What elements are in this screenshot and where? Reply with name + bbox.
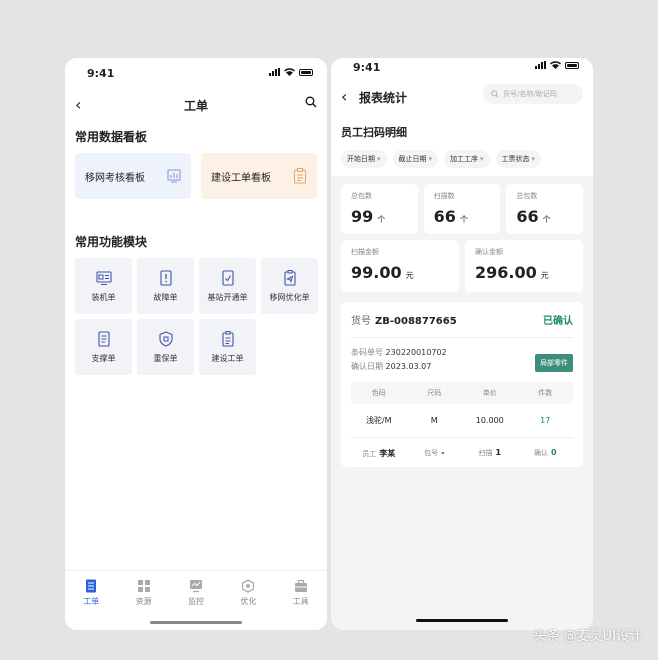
caret-down-icon: ▾: [377, 155, 381, 163]
amount-row: 扫描金额 99.00 元 确认金额 296.00 元: [331, 240, 593, 292]
wifi-icon: [550, 61, 561, 69]
page-title: 报表统计: [359, 91, 408, 105]
section-title: 员工扫码明细: [341, 126, 407, 139]
status-badge: 已确认: [543, 316, 573, 327]
home-indicator: [150, 621, 242, 624]
board-construction-order[interactable]: 建设工单看板: [201, 153, 317, 199]
stat-total-packs-2: 总包数 66 个: [506, 184, 584, 234]
status-bar: 9:41: [331, 58, 593, 82]
caret-down-icon: ▾: [480, 155, 484, 163]
wifi-icon: [284, 68, 295, 76]
filter-ticket-status[interactable]: 工票状态 ▾: [495, 150, 542, 168]
battery-icon: [565, 61, 579, 69]
search-input[interactable]: 货号/名称/助记码: [483, 84, 583, 104]
table-header: 色码 尺码 单价 件数: [351, 382, 573, 404]
dashboard-list: 移网考核看板 建设工单看板: [65, 153, 327, 199]
board-mobile-assessment[interactable]: 移网考核看板: [75, 153, 191, 199]
signal-icon: [269, 68, 280, 76]
tab-label: 优化: [240, 597, 257, 606]
module-label: 建设工单: [211, 353, 244, 363]
tab-optimize[interactable]: 优化: [228, 579, 268, 607]
search-icon: [491, 90, 499, 98]
board-label: 建设工单看板: [211, 172, 271, 184]
part-tag: 局部零件: [535, 354, 573, 372]
tab-monitor[interactable]: 监控: [176, 579, 216, 607]
filter-bar: 开始日期 ▾ 截止日期 ▾ 加工工序 ▾ 工票状态 ▾: [331, 150, 593, 168]
nav-bar: ‹ 工单: [65, 90, 327, 120]
tab-bar: 工单 资源 监控 优化 工具: [65, 570, 327, 630]
battery-icon: [299, 68, 313, 76]
status-bar: 9:41: [65, 58, 327, 90]
module-grid: 装机单 故障单 基站开通单 移网优化单 支撑单 重保单 建设工单: [65, 258, 327, 375]
stat-scan-amount: 扫描金额 99.00 元: [341, 240, 459, 292]
filter-process[interactable]: 加工工序 ▾: [444, 150, 490, 168]
tab-tools[interactable]: 工具: [281, 579, 321, 607]
caret-down-icon: ▾: [428, 155, 433, 163]
send-doc-icon: [283, 269, 296, 286]
alert-icon: [159, 269, 172, 286]
module-network-optimize[interactable]: 移网优化单: [261, 258, 318, 314]
back-icon[interactable]: ‹: [341, 87, 347, 106]
home-indicator: [416, 619, 508, 622]
status-time: 9:41: [353, 61, 381, 74]
status-time: 9:41: [87, 67, 115, 80]
document-icon: [97, 330, 110, 347]
module-key-protection[interactable]: 重保单: [137, 319, 194, 375]
caret-down-icon: ▾: [531, 155, 536, 163]
card-footer: 员工 李某 包号 - 扫描 1 确认 0: [362, 448, 557, 458]
tab-label: 工单: [83, 597, 100, 606]
module-label: 重保单: [153, 353, 178, 363]
clipboard-icon: [221, 330, 234, 347]
module-base-station[interactable]: 基站开通单: [199, 258, 256, 314]
tab-label: 工具: [292, 597, 309, 606]
section-title-dashboards: 常用数据看板: [75, 130, 148, 144]
report-statistics-screen: 9:41 ‹ 报表统计 货号/名称/助记码 员工扫码明细 开始日期 ▾ 截止日期 ▾…: [331, 58, 593, 630]
nav-bar: ‹ 报表统计 货号/名称/助记码: [331, 82, 593, 112]
search-placeholder: 货号/名称/助记码: [503, 90, 557, 98]
signal-icon: [535, 61, 546, 69]
work-order-screen: 9:41 ‹ 工单 常用数据看板 移网考核看板 建设工单看板 常用功能模块 装机…: [65, 58, 327, 630]
module-fault[interactable]: 故障单: [137, 258, 194, 314]
shield-icon: [158, 330, 173, 347]
tab-work-order[interactable]: 工单: [71, 579, 111, 607]
search-icon[interactable]: [305, 96, 317, 108]
hexagon-icon: [242, 579, 255, 593]
watermark: 头条 @麦灵UI设计: [533, 629, 642, 644]
module-label: 基站开通单: [207, 292, 248, 302]
page-title: 工单: [183, 99, 208, 113]
tab-resource[interactable]: 资源: [124, 579, 164, 607]
module-label: 装机单: [91, 292, 116, 302]
module-support[interactable]: 支撑单: [75, 319, 132, 375]
tab-label: 监控: [187, 597, 204, 606]
filter-end-date[interactable]: 截止日期 ▾: [392, 150, 439, 168]
stat-total-packs: 总包数 99 个: [341, 184, 418, 234]
module-construction[interactable]: 建设工单: [199, 319, 256, 375]
order-meta: 条码单号 230220010702 确认日期 2023.03.07 局部零件: [351, 346, 573, 374]
board-label: 移网考核看板: [85, 172, 145, 184]
section-title-modules: 常用功能模块: [75, 235, 148, 249]
check-doc-icon: [221, 269, 234, 286]
clipboard-icon: [294, 168, 306, 184]
detail-table: 色码 尺码 单价 件数 浅驼/M M 10.000 17: [351, 382, 573, 438]
id-card-icon: [95, 270, 112, 285]
chart-icon: [167, 169, 181, 183]
monitor-icon: [189, 580, 202, 593]
module-label: 移网优化单: [269, 292, 310, 302]
grid-icon: [137, 580, 150, 592]
stats-row: 总包数 99 个 扫描数 66 个 总包数 66 个: [331, 184, 593, 234]
module-label: 支撑单: [91, 353, 116, 363]
table-row: 浅驼/M M 10.000 17: [351, 404, 573, 438]
stat-confirm-amount: 确认金额 296.00 元: [465, 240, 583, 292]
toolbox-icon: [294, 579, 307, 592]
tab-label: 资源: [135, 597, 152, 606]
filter-start-date[interactable]: 开始日期 ▾: [341, 150, 387, 168]
list-icon: [86, 579, 97, 593]
item-number: 货号 ZB-008877665: [351, 316, 457, 327]
module-install[interactable]: 装机单: [75, 258, 132, 314]
module-label: 故障单: [153, 292, 178, 302]
stat-scanned: 扫描数 66 个: [423, 184, 501, 234]
order-card[interactable]: 货号 ZB-008877665 已确认 条码单号 230220010702 确认日…: [341, 302, 583, 467]
